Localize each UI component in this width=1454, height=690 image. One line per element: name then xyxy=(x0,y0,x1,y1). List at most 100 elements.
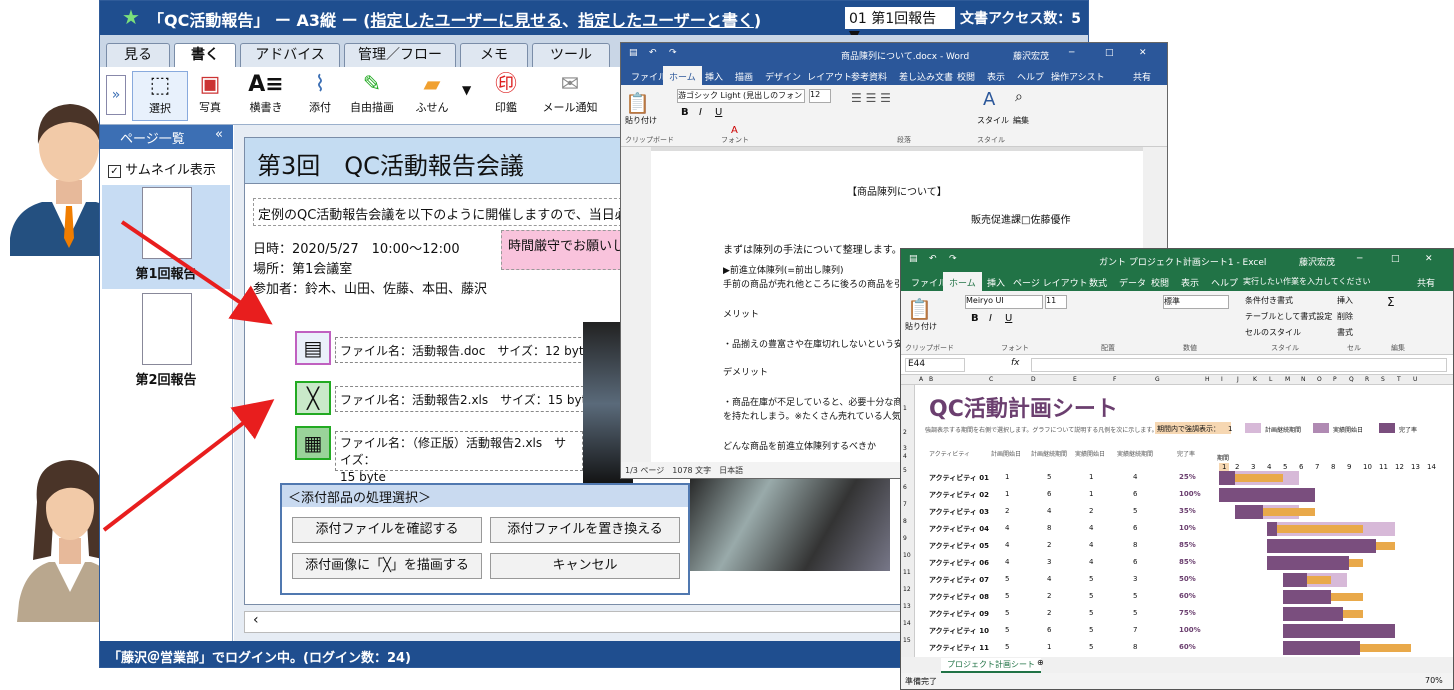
cell-as[interactable]: 4 xyxy=(1089,558,1093,566)
cell-pd[interactable]: 2 xyxy=(1047,592,1051,600)
column-header[interactable]: K xyxy=(1253,376,1257,383)
excel-tab-page-layout[interactable]: ページ レイアウト xyxy=(1013,276,1088,289)
row-header[interactable]: 12 xyxy=(903,586,911,593)
cell-pd[interactable]: 1 xyxy=(1047,643,1051,651)
free-draw-button[interactable]: ✎ 自由描画 xyxy=(344,71,400,121)
column-header[interactable]: Q xyxy=(1349,376,1354,383)
close-icon[interactable]: ✕ xyxy=(1425,254,1433,264)
styles-icon[interactable]: A xyxy=(983,89,995,110)
cell-pd[interactable]: 8 xyxy=(1047,524,1051,532)
cell-n[interactable]: アクティビティ 02 xyxy=(929,490,989,500)
cell-ps[interactable]: 5 xyxy=(1005,643,1009,651)
cell-pd[interactable]: 4 xyxy=(1047,575,1051,583)
cell-ad[interactable]: 6 xyxy=(1133,558,1137,566)
cell-as[interactable]: 2 xyxy=(1089,507,1093,515)
cell-as[interactable]: 1 xyxy=(1089,490,1093,498)
bold-icon[interactable]: B xyxy=(971,313,979,324)
font-name-input[interactable]: Meiryo UI xyxy=(965,295,1043,309)
cell-as[interactable]: 1 xyxy=(1089,473,1093,481)
word-tab-view[interactable]: 表示 xyxy=(987,70,1005,83)
column-header[interactable]: T xyxy=(1397,376,1401,383)
cell-pd[interactable]: 4 xyxy=(1047,507,1051,515)
column-header[interactable]: M xyxy=(1285,376,1290,383)
redo-icon[interactable]: ↷ xyxy=(949,254,957,264)
cell-ad[interactable]: 5 xyxy=(1133,507,1137,515)
row-header[interactable]: 11 xyxy=(903,569,911,576)
font-name-input[interactable]: 游ゴシック Light (見出しのフォン xyxy=(677,89,805,103)
attachment-xls-crossed-icon[interactable]: ╳ xyxy=(295,381,331,415)
cell-as[interactable]: 5 xyxy=(1089,643,1093,651)
cell-ps[interactable]: 5 xyxy=(1005,609,1009,617)
cell-n[interactable]: アクティビティ 09 xyxy=(929,609,989,619)
cell-pd[interactable]: 2 xyxy=(1047,609,1051,617)
cell-as[interactable]: 5 xyxy=(1089,592,1093,600)
cell-n[interactable]: アクティビティ 11 xyxy=(929,643,989,653)
excel-tab-data[interactable]: データ xyxy=(1119,276,1146,289)
cell-ps[interactable]: 4 xyxy=(1005,558,1009,566)
column-header[interactable]: R xyxy=(1365,376,1369,383)
cell-n[interactable]: アクティビティ 07 xyxy=(929,575,989,585)
word-tab-review[interactable]: 校閲 xyxy=(957,70,975,83)
row-header[interactable]: 4 xyxy=(903,453,907,460)
attachment-xls2-icon[interactable]: ▦ xyxy=(295,426,331,460)
cell-pd[interactable]: 6 xyxy=(1047,626,1051,634)
tab-advice[interactable]: アドバイス xyxy=(240,43,340,67)
paste-icon[interactable]: 📋 xyxy=(625,91,650,115)
cell-pct[interactable]: 60% xyxy=(1179,592,1196,600)
row-header[interactable]: 10 xyxy=(903,552,911,559)
cell-ad[interactable]: 5 xyxy=(1133,592,1137,600)
stamp-button[interactable]: ㊞印鑑 xyxy=(478,71,534,121)
underline-icon[interactable]: U xyxy=(715,107,722,118)
word-tell-me[interactable]: 操作アシスト xyxy=(1051,70,1105,83)
cell-pct[interactable]: 100% xyxy=(1179,626,1201,634)
word-tab-help[interactable]: ヘルプ xyxy=(1017,70,1044,83)
column-header[interactable]: O xyxy=(1317,376,1322,383)
replace-attachment-button[interactable]: 添付ファイルを置き換える xyxy=(490,517,680,543)
cell-ps[interactable]: 4 xyxy=(1005,541,1009,549)
cell-n[interactable]: アクティビティ 01 xyxy=(929,473,989,483)
sheet-tab[interactable]: プロジェクト計画シート xyxy=(941,658,1041,673)
column-header[interactable]: G xyxy=(1155,376,1160,383)
page-thumb-2[interactable]: 第2回報告 xyxy=(102,291,230,395)
horizontal-text-button[interactable]: A≡ 横書き xyxy=(238,71,294,121)
collapse-icon[interactable]: « xyxy=(215,127,223,142)
maximize-icon[interactable]: □ xyxy=(1391,254,1400,264)
excel-share[interactable]: 共有 xyxy=(1417,276,1435,289)
photo-tool-button[interactable]: ▣ 写真 xyxy=(182,71,238,121)
paragraph-icon[interactable]: ☰ ☰ ☰ xyxy=(851,91,951,125)
excel-tab-file[interactable]: ファイル xyxy=(911,276,947,289)
search-icon[interactable]: ⌕ xyxy=(1015,89,1023,105)
word-tab-insert[interactable]: 挿入 xyxy=(705,70,723,83)
excel-tell-me[interactable]: 実行したい作業を入力してください xyxy=(1243,276,1371,287)
sticky-note-button[interactable]: ▰ ふせん xyxy=(402,71,462,121)
cell-pct[interactable]: 50% xyxy=(1179,575,1196,583)
cell-n[interactable]: アクティビティ 08 xyxy=(929,592,989,602)
italic-icon[interactable]: I xyxy=(699,107,702,118)
insert-cells-button[interactable]: 挿入 xyxy=(1337,295,1353,306)
sticky-note[interactable]: 時間厳守でお願いしま xyxy=(501,230,621,270)
italic-icon[interactable]: I xyxy=(989,313,992,324)
row-header[interactable]: 3 xyxy=(903,445,907,452)
cell-ps[interactable]: 2 xyxy=(1005,507,1009,515)
attachment-doc-icon[interactable]: ▤ xyxy=(295,331,331,365)
word-tab-home[interactable]: ホーム xyxy=(663,66,702,87)
cell-n[interactable]: アクティビティ 10 xyxy=(929,626,989,636)
cancel-button[interactable]: キャンセル xyxy=(490,553,680,579)
sum-icon[interactable]: Σ xyxy=(1387,295,1395,309)
cell-as[interactable]: 5 xyxy=(1089,575,1093,583)
share-edit-link[interactable]: 指定したユーザーと書く xyxy=(578,11,754,30)
cell-pct[interactable]: 10% xyxy=(1179,524,1196,532)
draw-cross-button[interactable]: 添付画像に「╳」を描画する xyxy=(292,553,482,579)
column-header[interactable]: A xyxy=(919,376,923,383)
tab-tools[interactable]: ツール xyxy=(532,43,610,67)
select-tool-button[interactable]: ⬚ 選択 xyxy=(132,71,188,121)
column-header[interactable]: D xyxy=(1031,376,1036,383)
cell-ad[interactable]: 8 xyxy=(1133,541,1137,549)
row-header[interactable]: 5 xyxy=(903,467,907,474)
cell-ad[interactable]: 6 xyxy=(1133,524,1137,532)
cell-ps[interactable]: 1 xyxy=(1005,473,1009,481)
word-tab-draw[interactable]: 描画 xyxy=(735,70,753,83)
column-header[interactable]: S xyxy=(1381,376,1385,383)
cell-pct[interactable]: 85% xyxy=(1179,541,1196,549)
word-share[interactable]: 共有 xyxy=(1133,70,1151,83)
